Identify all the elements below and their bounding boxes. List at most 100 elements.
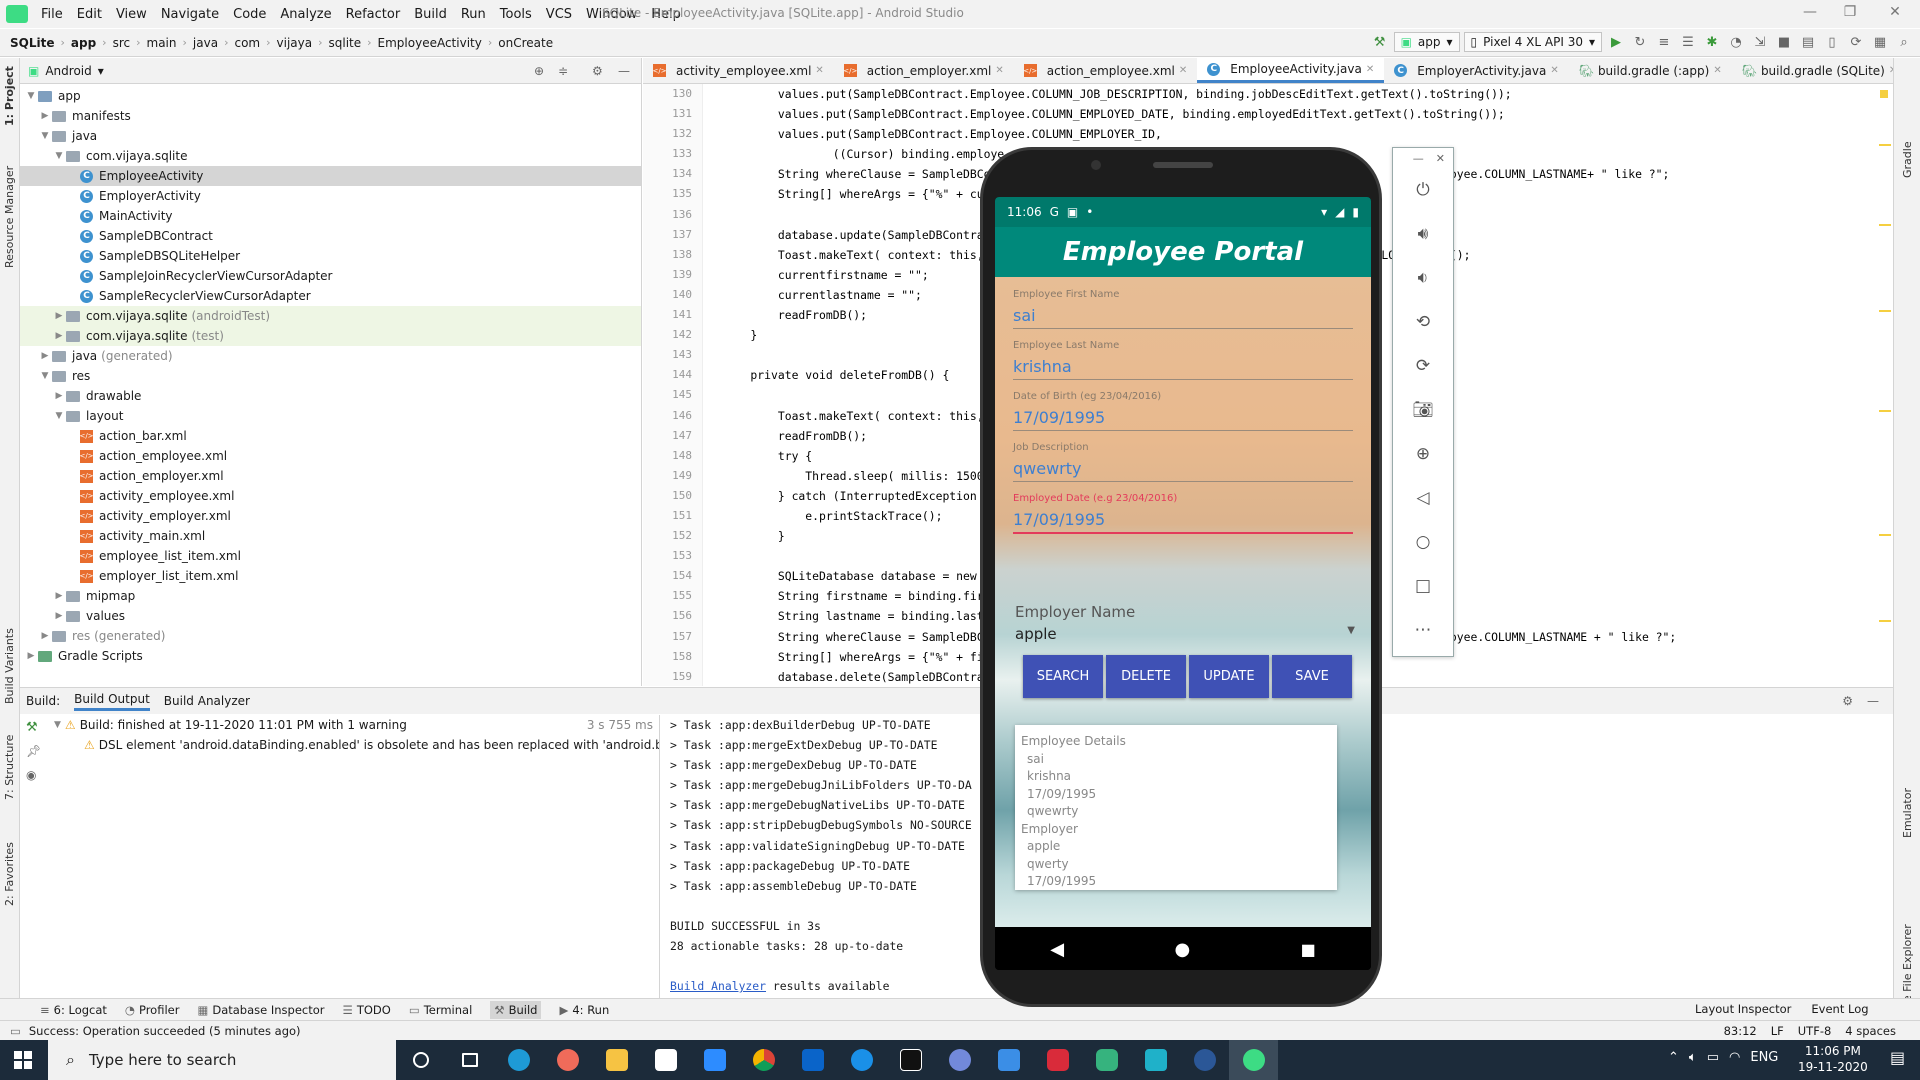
tree-item[interactable]: </> employer_list_item.xml: [20, 566, 641, 586]
tree-item[interactable]: ▶ res (generated): [20, 626, 641, 646]
editor-tab[interactable]: C EmployerActivity.java ✕: [1384, 58, 1569, 83]
tree-item[interactable]: C SampleDBSQLiteHelper: [20, 246, 641, 266]
menu-refactor[interactable]: Refactor: [339, 7, 408, 22]
attach-debugger-icon[interactable]: ⇲: [1750, 32, 1770, 52]
gamepad-icon[interactable]: [1082, 1040, 1131, 1080]
chevron-down-icon[interactable]: ▾: [98, 64, 104, 78]
apply-code-icon[interactable]: ☰: [1678, 32, 1698, 52]
debug-icon[interactable]: ✱: [1702, 32, 1722, 52]
search-icon[interactable]: ⌕: [1894, 32, 1914, 52]
more-icon[interactable]: ⋯: [1393, 608, 1453, 652]
chevron-right-icon[interactable]: ▶: [52, 591, 66, 601]
menu-vcs[interactable]: VCS: [539, 7, 579, 22]
emulator-tab[interactable]: Emulator: [1901, 788, 1914, 838]
editor-tab[interactable]: 🐘︎build.gradle (SQLite)✕: [1732, 58, 1893, 83]
tree-item[interactable]: ▶ manifests: [20, 106, 641, 126]
build-variants-tab[interactable]: Build Variants: [3, 628, 16, 704]
profile-icon[interactable]: ◔: [1726, 32, 1746, 52]
tree-item[interactable]: ▶ com.vijaya.sqlite (test): [20, 326, 641, 346]
close-icon[interactable]: ✕: [1713, 65, 1721, 76]
zoom-icon[interactable]: ⊕: [1393, 432, 1453, 476]
file-explorer-icon[interactable]: [592, 1040, 641, 1080]
screenshot-icon[interactable]: 📷︎: [1393, 388, 1453, 432]
tool-tab-logcat[interactable]: ≡ 6: Logcat: [40, 1003, 107, 1017]
field-input[interactable]: qwewrty: [1013, 459, 1353, 482]
hide-icon[interactable]: —: [1867, 694, 1879, 708]
volume-down-icon[interactable]: 🔉︎: [1393, 256, 1453, 300]
tree-item[interactable]: ▶ java (generated): [20, 346, 641, 366]
tool-tab-build[interactable]: ⚒ Build: [490, 1000, 542, 1019]
delete-button[interactable]: DELETE: [1106, 655, 1186, 698]
back-icon[interactable]: ◀: [1050, 939, 1064, 960]
close-icon[interactable]: ✕: [1436, 152, 1445, 165]
field-input[interactable]: krishna: [1013, 357, 1353, 380]
battery-icon[interactable]: ▭: [1707, 1050, 1719, 1065]
breadcrumb-item[interactable]: SQLite: [6, 36, 58, 50]
network-icon[interactable]: ◠: [1729, 1050, 1740, 1065]
minimize-icon[interactable]: —: [1413, 152, 1424, 165]
breadcrumb-item[interactable]: vijaya: [273, 36, 317, 50]
tab-build-output[interactable]: Build Output: [74, 692, 150, 711]
layout-inspector-tab[interactable]: Layout Inspector: [1695, 1002, 1791, 1016]
chevron-right-icon[interactable]: ▶: [24, 651, 38, 661]
chevron-up-icon[interactable]: ⌃: [1668, 1050, 1679, 1065]
eye-icon[interactable]: ◉: [26, 768, 36, 782]
cortana-icon[interactable]: [396, 1040, 445, 1080]
resource-manager-tab[interactable]: Resource Manager: [3, 166, 16, 268]
tree-item[interactable]: </> action_employee.xml: [20, 446, 641, 466]
apply-changes-icon[interactable]: ≡: [1654, 32, 1674, 52]
form-field[interactable]: Date of Birth (eg 23/04/2016) 17/09/1995: [1013, 391, 1353, 431]
target-icon[interactable]: ⊕: [534, 64, 544, 78]
build-analyzer-link[interactable]: Build Analyzer: [670, 979, 766, 993]
tree-item[interactable]: ▶ mipmap: [20, 586, 641, 606]
search-button[interactable]: SEARCH: [1023, 655, 1103, 698]
tree-item[interactable]: C MainActivity: [20, 206, 641, 226]
rotate-left-icon[interactable]: ⟲: [1393, 300, 1453, 344]
breadcrumb-item[interactable]: java: [189, 36, 222, 50]
vivaldi-icon[interactable]: [1033, 1040, 1082, 1080]
close-icon[interactable]: ✕: [995, 65, 1003, 76]
sync-icon[interactable]: ⟳: [1846, 32, 1866, 52]
chrome-icon[interactable]: [739, 1040, 788, 1080]
close-icon[interactable]: ✕: [815, 65, 823, 76]
event-log-tab[interactable]: Event Log: [1811, 1002, 1868, 1016]
chevron-right-icon[interactable]: ▶: [52, 331, 66, 341]
chevron-right-icon[interactable]: ▶: [52, 311, 66, 321]
editor-tab[interactable]: C EmployeeActivity.java ✕: [1197, 58, 1385, 83]
tree-item[interactable]: C EmployeeActivity: [20, 166, 641, 186]
editor-tab[interactable]: </> action_employer.xml ✕: [834, 58, 1014, 83]
breadcrumb-item[interactable]: src: [109, 36, 135, 50]
tree-item[interactable]: ▼ com.vijaya.sqlite: [20, 146, 641, 166]
menu-build[interactable]: Build: [407, 7, 454, 22]
warning-marker[interactable]: [1879, 144, 1891, 146]
warning-marker[interactable]: [1879, 534, 1891, 536]
breadcrumb-item[interactable]: sqlite: [325, 36, 366, 50]
favorites-tab[interactable]: 2: Favorites: [3, 842, 16, 906]
warning-marker[interactable]: [1880, 90, 1888, 98]
tool-tab-run[interactable]: ▶ 4: Run: [559, 1003, 609, 1017]
tree-item[interactable]: C SampleJoinRecyclerViewCursorAdapter: [20, 266, 641, 286]
chevron-down-icon[interactable]: ▼: [52, 151, 66, 161]
overview-icon[interactable]: □: [1393, 564, 1453, 608]
chat-icon[interactable]: [837, 1040, 886, 1080]
caret-position[interactable]: 83:12: [1724, 1024, 1757, 1038]
menu-run[interactable]: Run: [454, 7, 493, 22]
warning-marker[interactable]: [1879, 224, 1891, 226]
recents-icon[interactable]: ■: [1301, 940, 1316, 959]
field-input[interactable]: 17/09/1995: [1013, 408, 1353, 431]
sdk-manager-icon[interactable]: ▤: [1798, 32, 1818, 52]
field-input[interactable]: sai: [1013, 306, 1353, 329]
breadcrumb-item[interactable]: main: [143, 36, 181, 50]
tool-tab-database-inspector[interactable]: ▦ Database Inspector: [197, 1003, 324, 1017]
chevron-down-icon[interactable]: ▼: [54, 720, 61, 730]
tree-item[interactable]: ▶ drawable: [20, 386, 641, 406]
menu-tools[interactable]: Tools: [493, 7, 539, 22]
menu-code[interactable]: Code: [226, 7, 273, 22]
warning-marker[interactable]: [1879, 310, 1891, 312]
taskbar-search[interactable]: ⌕ Type here to search: [48, 1040, 396, 1080]
language-indicator[interactable]: ENG: [1750, 1050, 1778, 1065]
tree-item[interactable]: ▶ values: [20, 606, 641, 626]
volume-up-icon[interactable]: 🔊︎: [1393, 212, 1453, 256]
minimize-button[interactable]: —: [1790, 4, 1830, 20]
tree-item[interactable]: C SampleRecyclerViewCursorAdapter: [20, 286, 641, 306]
